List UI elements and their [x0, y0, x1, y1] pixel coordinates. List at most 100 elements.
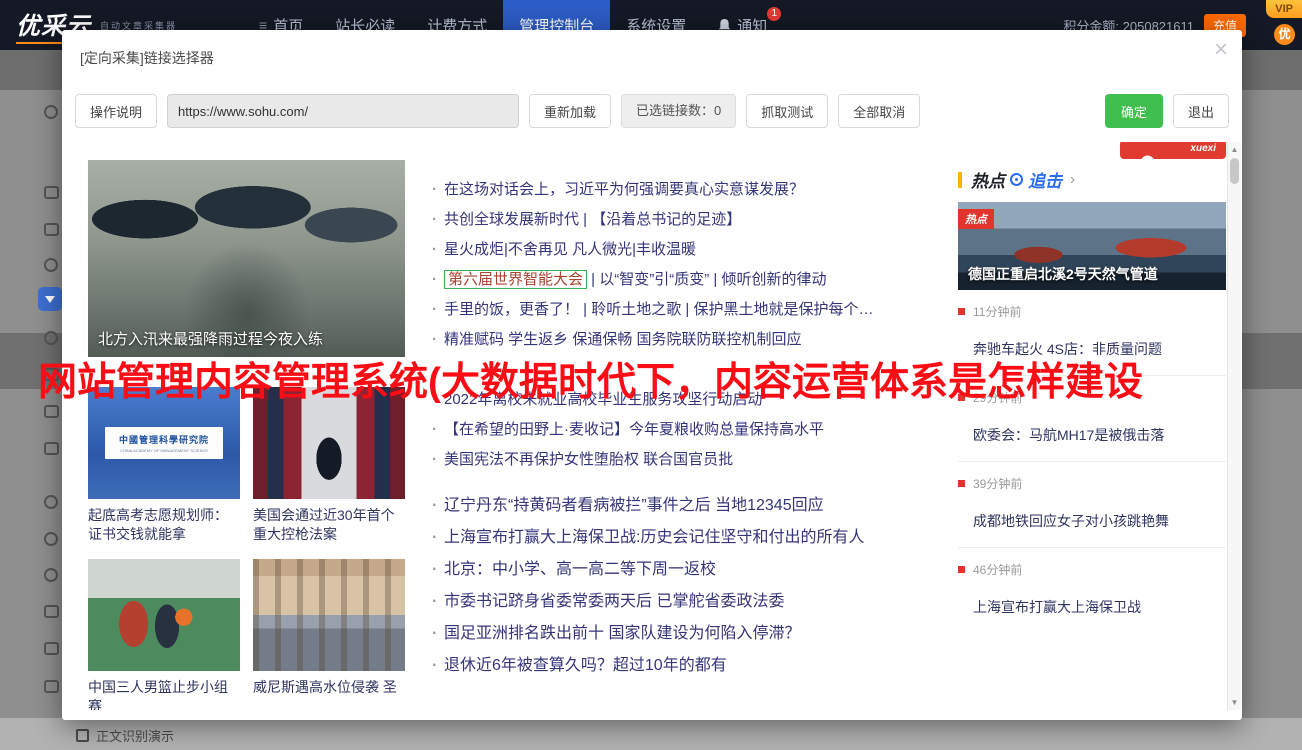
basketball-image: [88, 559, 240, 671]
accent-bar: [958, 171, 962, 188]
scroll-down-icon[interactable]: ▼: [1228, 698, 1241, 707]
news-card[interactable]: 中国三人男篮止步小组赛: [88, 559, 240, 710]
square-bullet-icon: [958, 308, 965, 315]
news-card[interactable]: 中國管理科學研究院 CHINA ACADEMY OF MANAGEMENT SC…: [88, 387, 240, 544]
sync-icon[interactable]: [44, 495, 58, 509]
settings-icon[interactable]: [44, 331, 58, 345]
headline-link[interactable]: 退休近6年被查算久吗？超过10年的都有: [430, 650, 958, 682]
headline-rest: | 以“智变”引“质变” | 倾听创新的律动: [587, 271, 827, 288]
edit-icon[interactable]: [44, 605, 59, 618]
cancel-all-button[interactable]: 全部取消: [838, 94, 921, 128]
headline-link[interactable]: 第六届世界智能大会 | 以“智变”引“质变” | 倾听创新的律动: [430, 265, 958, 295]
dimmed-band: [0, 718, 1302, 750]
link-selector-modal: [定向采集]链接选择器 × 操作说明 重新加载 已选链接数：0 抓取测试 全部取…: [62, 30, 1242, 720]
headline-link[interactable]: 【在希望的田野上·麦收记】今年夏粮收购总量保持高水平: [430, 415, 958, 445]
content-scrollbar[interactable]: ▲ ▼: [1227, 142, 1241, 710]
grab-test-button[interactable]: 抓取测试: [746, 94, 829, 128]
target-icon: [1010, 173, 1023, 186]
hot-feature-image[interactable]: 热点 德国正重启北溪2号天然气管道: [958, 202, 1226, 290]
headline-link[interactable]: 2022年离校未就业高校毕业生服务攻坚行动启动: [430, 385, 958, 415]
card-caption[interactable]: 威尼斯遇高水位侵袭 圣: [253, 678, 405, 697]
feature-news-image[interactable]: 北方入汛来最强降雨过程今夜入练: [88, 160, 405, 357]
list-icon[interactable]: [44, 223, 59, 236]
card-caption[interactable]: 起底高考志愿规划师：证书交钱就能拿: [88, 506, 240, 544]
edit-icon[interactable]: [44, 642, 59, 655]
hot-item-time: 46分钟前: [958, 561, 1226, 578]
hot-topics-panel: 热点 追击 › 热点 德国正重启北溪2号天然气管道 11分钟前 奔驰车起火 4S…: [958, 167, 1226, 634]
gear-icon[interactable]: [44, 105, 58, 119]
hot-tag: 热点: [958, 209, 994, 229]
news-cards-row: 中國管理科學研究院 CHINA ACADEMY OF MANAGEMENT SC…: [88, 387, 405, 544]
square-bullet-icon: [958, 480, 965, 487]
funnel-filter-icon[interactable]: [38, 287, 62, 311]
reload-button[interactable]: 重新加载: [529, 94, 612, 128]
sync-icon[interactable]: [44, 532, 58, 546]
hot-item-time: 11分钟前: [958, 303, 1226, 320]
hot-item-time: 29分钟前: [958, 389, 1226, 406]
sync-icon[interactable]: [44, 568, 58, 582]
hot-item-title[interactable]: 奔驰车起火 4S店：非质量问题: [973, 339, 1226, 359]
plaque-text: 中國管理科學研究院: [118, 435, 209, 445]
news-card[interactable]: 美国会通过近30年首个重大控枪法案: [253, 387, 405, 544]
chevron-right-icon[interactable]: ›: [1070, 171, 1075, 188]
hot-title-right: 追击: [1028, 172, 1062, 191]
home-icon[interactable]: [44, 258, 58, 272]
headline-link[interactable]: 辽宁丹东“持黄码者看病被拦”事件之后 当地12345回应: [430, 490, 958, 522]
scroll-up-icon[interactable]: ▲: [1228, 145, 1241, 154]
headline-link[interactable]: 北京：中小学、高一高二等下周一返校: [430, 554, 958, 586]
headline-link[interactable]: 星火成炬|不舍再见 凡人微光|丰收温暖: [430, 235, 958, 265]
hot-item-title[interactable]: 欧委会：马航MH17是被俄击落: [973, 425, 1226, 445]
headline-link[interactable]: 精准赋码 学生返乡 保通保畅 国务院联防联控机制回应: [430, 325, 958, 355]
promo-banner-image[interactable]: xuexi: [1120, 142, 1226, 159]
hot-item-time: 39分钟前: [958, 475, 1226, 492]
scrollbar-thumb[interactable]: [1230, 158, 1239, 184]
doc-icon[interactable]: [44, 368, 59, 381]
hidden-line: [430, 355, 958, 385]
doc-icon[interactable]: [44, 442, 59, 455]
headline-link[interactable]: 手里的饭，更香了！ | 聆听土地之歌 | 保护黑土地就是保护每个…: [430, 295, 958, 325]
sidebar-item-label: 正文识别演示: [96, 729, 175, 744]
headline-link[interactable]: 美国宪法不再保护女性堕胎权 联合国官员批: [430, 445, 958, 475]
hot-items-list: 11分钟前 奔驰车起火 4S店：非质量问题 29分钟前 欧委会：马航MH17是被…: [958, 290, 1226, 634]
headline-link[interactable]: 国足亚洲排名跌出前十 国家队建设为何陷入停滞？: [430, 618, 958, 650]
headline-list-bottom: 辽宁丹东“持黄码者看病被拦”事件之后 当地12345回应 上海宣布打赢大上海保卫…: [430, 490, 958, 682]
headline-link[interactable]: 上海宣布打赢大上海保卫战:历史会记住坚守和付出的所有人: [430, 522, 958, 554]
hot-item[interactable]: 39分钟前 成都地铁回应女子对小孩跳艳舞: [958, 462, 1226, 548]
venice-flood-image: [253, 559, 405, 671]
building-plaque: 中國管理科學研究院 CHINA ACADEMY OF MANAGEMENT SC…: [105, 427, 223, 459]
headline-link[interactable]: 共创全球发展新时代 | 【沿着总书记的足迹】: [430, 205, 958, 235]
close-icon[interactable]: ×: [1214, 38, 1228, 62]
hot-item-title[interactable]: 成都地铁回应女子对小孩跳艳舞: [973, 511, 1226, 531]
sidebar-item-body-recognition[interactable]: 正文识别演示: [76, 726, 174, 745]
help-button[interactable]: 操作说明: [75, 94, 158, 128]
plaque-subtext: CHINA ACADEMY OF MANAGEMENT SCIENCE: [119, 448, 209, 453]
headline-link[interactable]: 市委书记跻身省委常委两天后 已掌舵省委政法委: [430, 586, 958, 618]
feature-caption: 北方入汛来最强降雨过程今夜入练: [98, 331, 324, 348]
avatar[interactable]: 优: [1274, 24, 1295, 45]
headline-list-top: 在这场对话会上，习近平为何强调要真心实意谋发展？ 共创全球发展新时代 | 【沿着…: [430, 175, 958, 475]
doc-icon[interactable]: [44, 405, 59, 418]
url-input[interactable]: [167, 94, 520, 128]
card-caption[interactable]: 美国会通过近30年首个重大控枪法案: [253, 506, 405, 544]
hot-item-title[interactable]: 上海宣布打赢大上海保卫战: [973, 597, 1226, 617]
print-icon[interactable]: [44, 680, 59, 693]
exit-button[interactable]: 退出: [1172, 94, 1229, 128]
speech-image: [253, 387, 405, 499]
headline-link[interactable]: 在这场对话会上，习近平为何强调要真心实意谋发展？: [430, 175, 958, 205]
confirm-button[interactable]: 确定: [1104, 94, 1163, 128]
hot-item[interactable]: 29分钟前 欧委会：马航MH17是被俄击落: [958, 376, 1226, 462]
notification-badge: 1: [767, 7, 782, 21]
hot-item[interactable]: 11分钟前 奔驰车起火 4S店：非质量问题: [958, 290, 1226, 376]
webpage-preview: xuexi 北方入汛来最强降雨过程今夜入练 在这场对话会上，习近平为何强调要真心…: [75, 142, 1228, 710]
academy-image: 中國管理科學研究院 CHINA ACADEMY OF MANAGEMENT SC…: [88, 387, 240, 499]
hot-feature-caption: 德国正重启北溪2号天然气管道: [968, 266, 1158, 282]
hot-item[interactable]: 46分钟前 上海宣布打赢大上海保卫战: [958, 548, 1226, 634]
square-bullet-icon: [958, 566, 965, 573]
hot-panel-header[interactable]: 热点 追击 ›: [958, 167, 1226, 192]
screen: 正文识别演示 优采云 自动文章采集器 ≡ 首页 站长必读 计费方式 管理控制台 …: [0, 0, 1302, 750]
news-card[interactable]: 威尼斯遇高水位侵袭 圣: [253, 559, 405, 710]
selected-link-highlight[interactable]: 第六届世界智能大会: [444, 270, 588, 289]
news-cards-row: 中国三人男篮止步小组赛 威尼斯遇高水位侵袭 圣: [88, 559, 405, 710]
chart-icon[interactable]: [44, 186, 59, 199]
card-caption[interactable]: 中国三人男篮止步小组赛: [88, 678, 240, 710]
